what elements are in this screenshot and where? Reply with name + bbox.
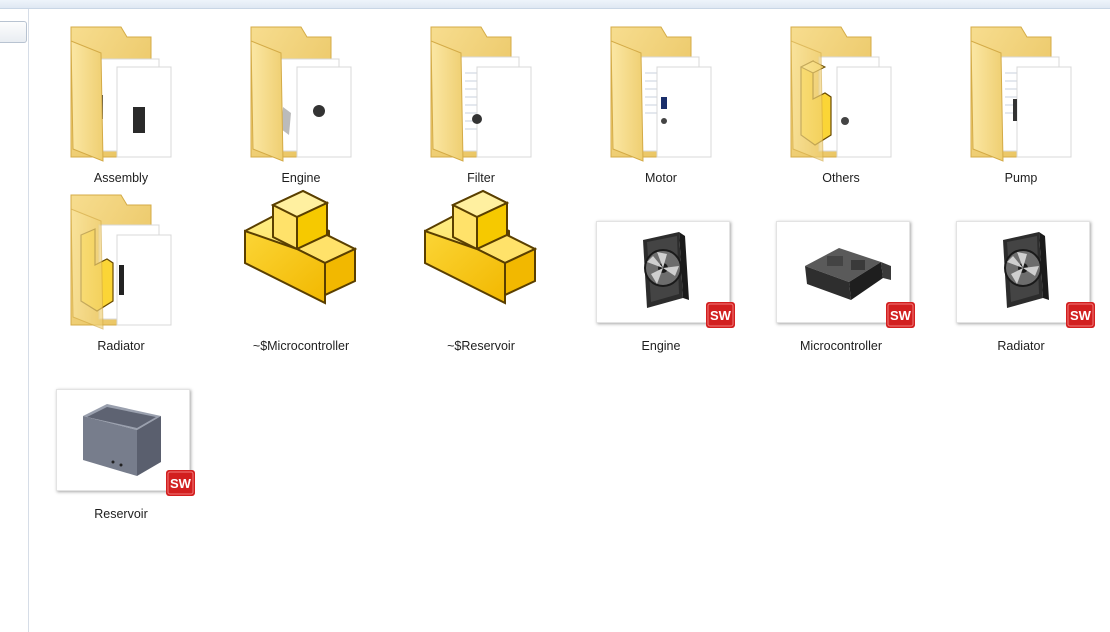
folder-item-radiator[interactable]: Radiator bbox=[41, 185, 201, 353]
file-name: Motor bbox=[645, 171, 677, 185]
file-name: Engine bbox=[641, 339, 681, 353]
toolbar-edge bbox=[0, 0, 1110, 9]
file-name: Microcontroller bbox=[800, 339, 882, 353]
folder-icon bbox=[610, 26, 712, 162]
badge-text: SW bbox=[170, 476, 192, 491]
solidworks-badge-icon: SW bbox=[166, 470, 195, 496]
navigation-pane-button[interactable] bbox=[0, 21, 27, 43]
solidworks-part-icon bbox=[424, 189, 538, 305]
file-item-radiator[interactable]: SW Radiator bbox=[941, 185, 1101, 353]
file-item-reservoir[interactable]: SW Reservoir bbox=[41, 353, 201, 521]
folder-icon bbox=[430, 26, 532, 162]
navigation-pane[interactable] bbox=[0, 9, 29, 632]
solidworks-badge-icon: SW bbox=[886, 302, 915, 328]
file-name: ~$Reservoir bbox=[447, 339, 515, 353]
file-explorer-window: Assembly Engine Filter Motor Others Pump… bbox=[0, 0, 1110, 632]
file-name: Filter bbox=[467, 171, 495, 185]
folder-item-pump[interactable]: Pump bbox=[941, 17, 1101, 185]
file-name: Others bbox=[822, 171, 860, 185]
file-item-engine[interactable]: SW Engine bbox=[581, 185, 741, 353]
folder-item-assembly[interactable]: Assembly bbox=[41, 17, 201, 185]
folder-item-others[interactable]: Others bbox=[761, 17, 921, 185]
file-name: Engine bbox=[281, 171, 321, 185]
file-list[interactable]: Assembly Engine Filter Motor Others Pump… bbox=[29, 9, 1110, 632]
file-name: Reservoir bbox=[94, 507, 148, 521]
folder-icon bbox=[70, 26, 172, 162]
folder-icon bbox=[70, 194, 172, 330]
folder-item-filter[interactable]: Filter bbox=[401, 17, 561, 185]
folder-icon bbox=[970, 26, 1072, 162]
folder-icon bbox=[790, 26, 892, 162]
badge-text: SW bbox=[890, 308, 912, 323]
file-item-microcontroller[interactable]: SW Microcontroller bbox=[761, 185, 921, 353]
file-name: Assembly bbox=[93, 171, 149, 185]
file-name: ~$Microcontroller bbox=[252, 339, 350, 353]
file-name: Radiator bbox=[997, 339, 1045, 353]
badge-text: SW bbox=[1070, 308, 1092, 323]
badge-text: SW bbox=[710, 308, 732, 323]
solidworks-part-icon bbox=[244, 189, 358, 305]
folder-item-motor[interactable]: Motor bbox=[581, 17, 741, 185]
file-name: Pump bbox=[1004, 171, 1038, 185]
folder-item-engine[interactable]: Engine bbox=[221, 17, 381, 185]
solidworks-badge-icon: SW bbox=[1066, 302, 1095, 328]
file-item-temp-reservoir[interactable]: ~$Reservoir bbox=[401, 185, 561, 353]
file-item-temp-microcontroller[interactable]: ~$Microcontroller bbox=[221, 185, 381, 353]
file-name: Radiator bbox=[97, 339, 145, 353]
folder-icon bbox=[250, 26, 352, 162]
solidworks-badge-icon: SW bbox=[706, 302, 735, 328]
